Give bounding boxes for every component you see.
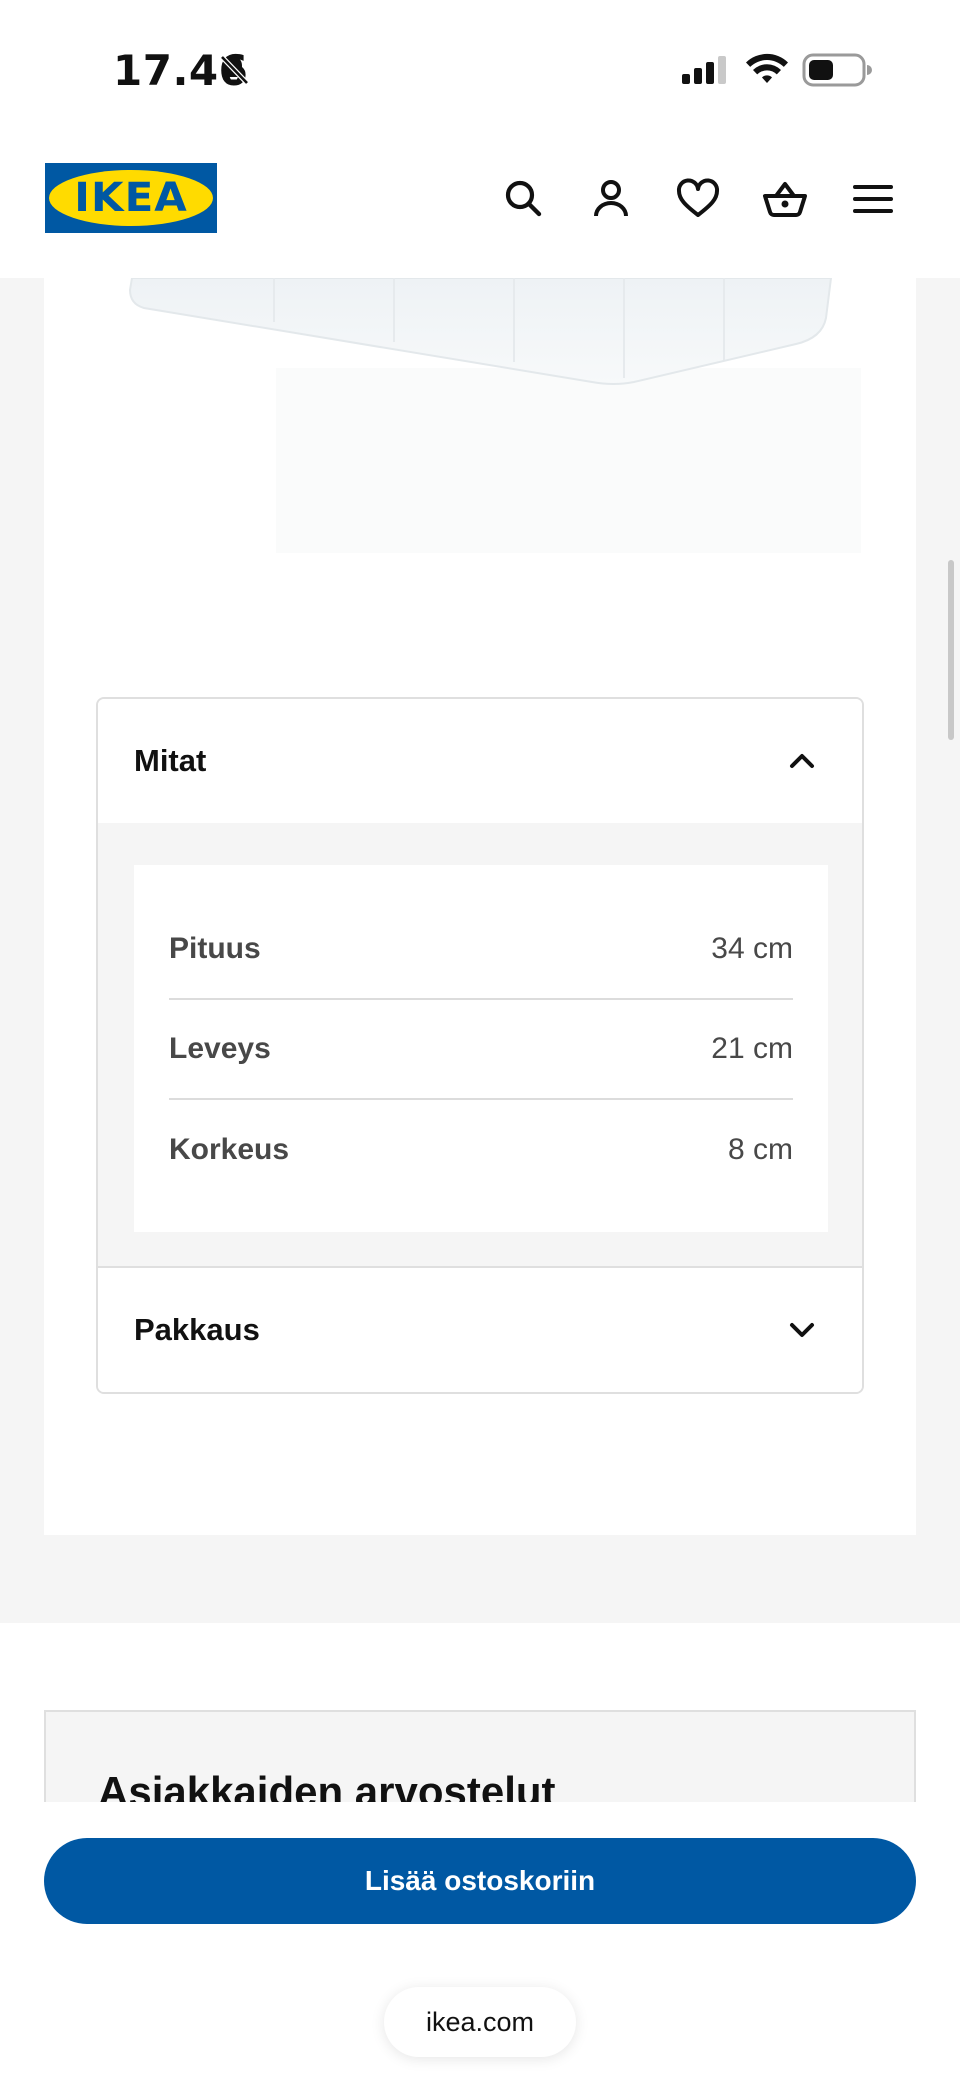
packaging-accordion-header[interactable]: Pakkaus — [98, 1268, 862, 1392]
browser-url-bar[interactable]: ikea.com — [384, 1987, 576, 2057]
account-icon[interactable] — [588, 176, 634, 222]
dimension-value: 8 cm — [727, 1133, 793, 1166]
wifi-icon — [744, 52, 790, 88]
dimensions-table: Pituus 34 cm Leveys 21 cm Korkeus 8 cm — [134, 865, 828, 1232]
logo-oval: IKEA — [49, 170, 213, 226]
dimension-label: Pituus — [169, 932, 261, 965]
dimensions-accordion-body: Pituus 34 cm Leveys 21 cm Korkeus 8 cm — [98, 823, 862, 1268]
bell-off-icon — [216, 52, 252, 88]
site-header: IKEA — [0, 140, 960, 278]
dimensions-title: Mitat — [134, 743, 207, 778]
dimension-value: 34 cm — [711, 932, 793, 965]
product-details-accordion: Mitat Pituus 34 cm Leveys 21 cm Korkeus … — [96, 697, 864, 1394]
cart-icon[interactable] — [762, 176, 808, 222]
dimension-label: Leveys — [169, 1032, 271, 1065]
dimension-value: 21 cm — [711, 1032, 793, 1065]
dimension-row-height: Korkeus 8 cm — [169, 1100, 793, 1200]
packaging-title: Pakkaus — [134, 1312, 260, 1347]
search-icon[interactable] — [500, 176, 546, 222]
menu-icon[interactable] — [850, 176, 896, 222]
dimensions-accordion-header[interactable]: Mitat — [98, 699, 862, 823]
add-to-cart-button[interactable]: Lisää ostoskoriin — [44, 1838, 916, 1924]
status-bar: 17.46 — [0, 0, 960, 140]
signal-icon — [680, 54, 730, 86]
chevron-down-icon[interactable] — [786, 1314, 818, 1346]
heart-icon[interactable] — [675, 176, 721, 222]
battery-icon — [802, 52, 872, 88]
product-image[interactable] — [44, 277, 916, 568]
scrollbar[interactable] — [948, 560, 954, 740]
dimension-label: Korkeus — [169, 1133, 290, 1166]
dimension-row-length: Pituus 34 cm — [169, 900, 793, 1000]
chevron-up-icon[interactable] — [786, 745, 818, 777]
logo-text: IKEA — [74, 175, 188, 221]
sticky-action-bar: Lisää ostoskoriin ikea.com — [0, 1802, 960, 2086]
ikea-logo[interactable]: IKEA — [45, 163, 217, 233]
dimension-row-width: Leveys 21 cm — [169, 1000, 793, 1100]
